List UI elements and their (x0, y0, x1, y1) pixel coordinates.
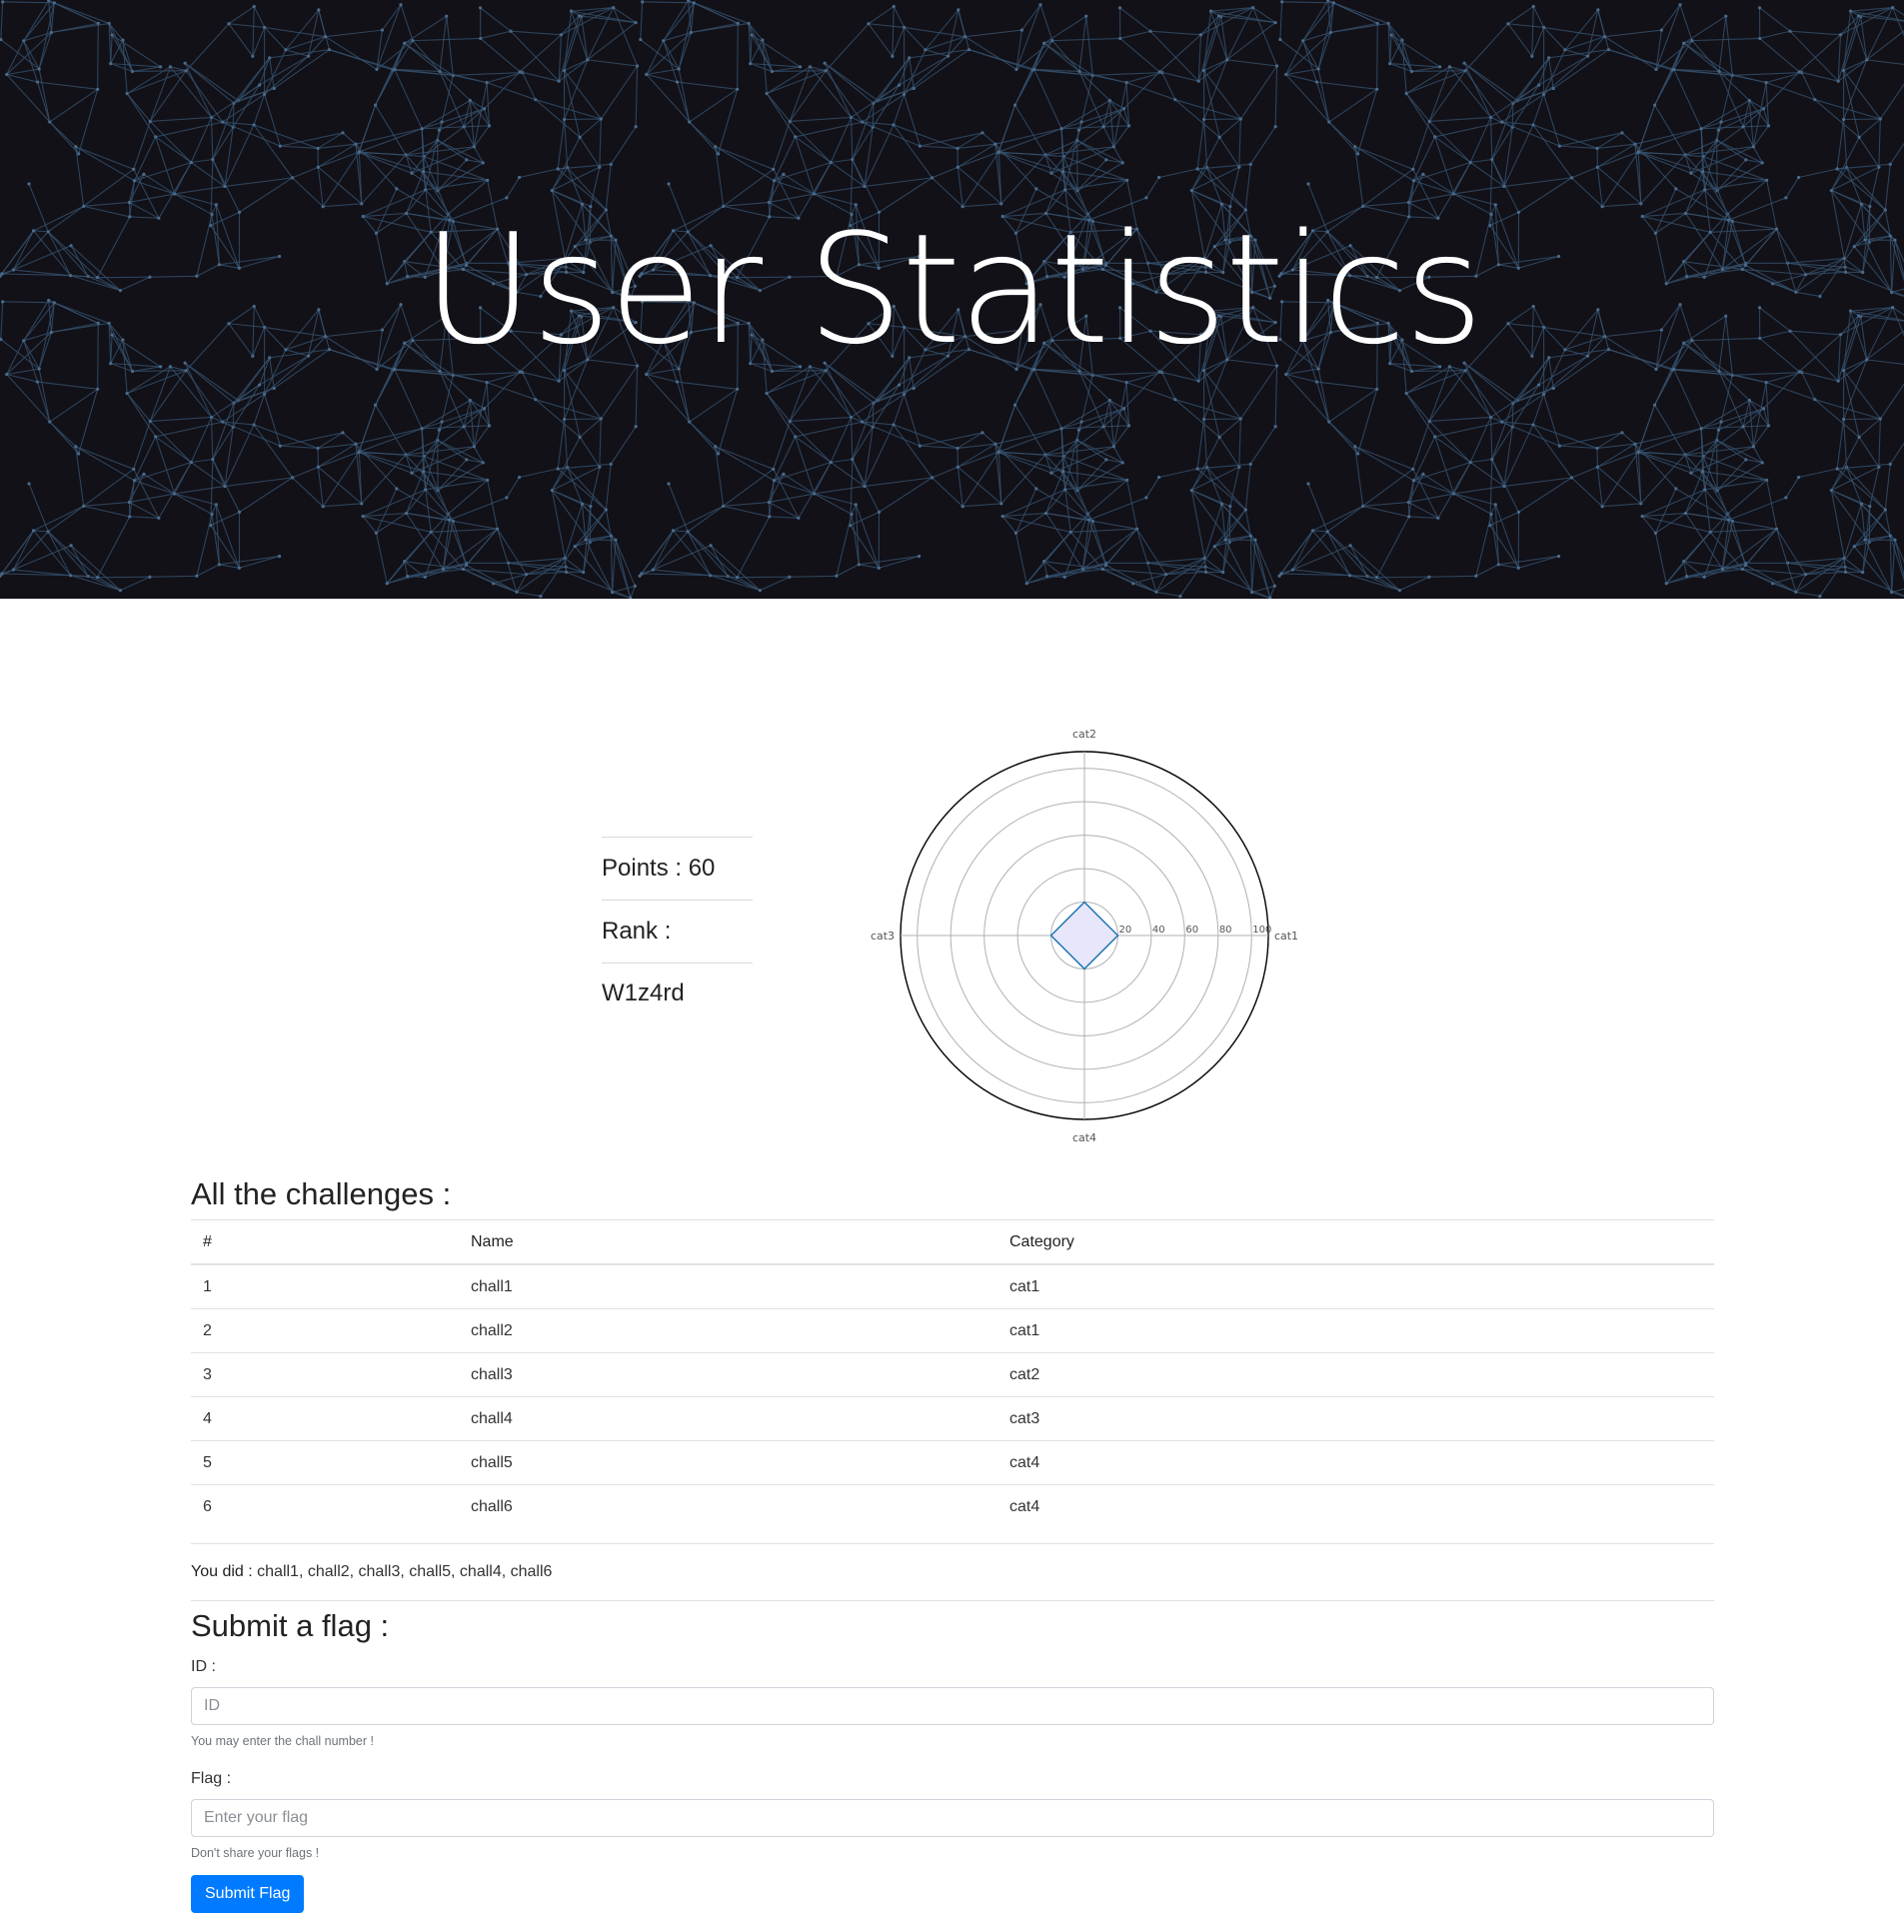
flag-input[interactable] (191, 1799, 1714, 1837)
cell-category: cat2 (997, 1352, 1714, 1397)
id-input[interactable] (191, 1687, 1714, 1725)
submit-flag-heading: Submit a flag : (191, 1608, 390, 1643)
cell-number: 4 (191, 1396, 459, 1441)
cell-name: chall1 (459, 1263, 997, 1309)
cell-name: chall3 (459, 1352, 997, 1397)
submit-flag-button[interactable]: Submit Flag (191, 1875, 305, 1913)
cell-number: 5 (191, 1440, 459, 1485)
id-label: ID : (191, 1658, 216, 1675)
cell-name: chall2 (459, 1308, 997, 1353)
flag-help-text: Don't share your flags ! (191, 1846, 320, 1860)
cell-category: cat4 (997, 1484, 1714, 1528)
radar-axis-label: cat3 (871, 930, 895, 943)
cell-category: cat1 (997, 1308, 1714, 1353)
points-stat: Points : 60 (602, 837, 753, 900)
column-header-number: # (191, 1219, 459, 1265)
table-row: 5 chall5 cat4 (191, 1440, 1714, 1485)
completed-list: chall1, chall2, chall3, chall5, chall4, … (257, 1563, 553, 1580)
cell-number: 2 (191, 1308, 459, 1353)
cell-name: chall4 (459, 1396, 997, 1441)
cell-name: chall5 (459, 1440, 997, 1485)
completed-challenges: You did : chall1, chall2, chall3, chall5… (191, 1543, 1714, 1601)
cell-name: chall6 (459, 1484, 997, 1528)
column-header-name: Name (459, 1219, 997, 1265)
table-row: 2 chall2 cat1 (191, 1308, 1714, 1353)
id-help-text: You may enter the chall number ! (191, 1734, 374, 1748)
radar-axis-label: cat2 (1072, 728, 1096, 741)
rank-stat: Rank : W1z4rd (602, 900, 753, 1006)
main-content: All the challenges : # Name Category 1 c… (191, 1169, 1714, 1913)
page-title: User Statistics (422, 201, 1484, 378)
user-stats: Points : 60 Rank : W1z4rd (602, 837, 753, 1006)
cell-number: 6 (191, 1484, 459, 1528)
hero-banner: User Statistics (0, 0, 1904, 599)
table-row: 4 chall4 cat3 (191, 1396, 1714, 1441)
category-radar-chart: cat1 cat2 cat3 cat4 20 40 60 80 100 (871, 728, 1298, 1144)
radar-tick-label: 60 (1185, 925, 1198, 936)
table-header-row: # Name Category (191, 1219, 1714, 1265)
submit-flag-form: ID : You may enter the chall number ! Fl… (191, 1655, 1714, 1913)
radar-tick-label: 20 (1118, 925, 1131, 936)
cell-category: cat3 (997, 1396, 1714, 1441)
table-row: 6 chall6 cat4 (191, 1484, 1714, 1528)
flag-label: Flag : (191, 1770, 232, 1787)
column-header-category: Category (997, 1219, 1714, 1265)
cell-category: cat1 (997, 1263, 1714, 1309)
completed-label: You did : (191, 1563, 253, 1580)
cell-category: cat4 (997, 1440, 1714, 1485)
cell-number: 3 (191, 1352, 459, 1397)
challenges-table: # Name Category 1 chall1 cat1 2 chall2 c… (191, 1219, 1714, 1528)
cell-number: 1 (191, 1263, 459, 1309)
radar-axis-label: cat4 (1072, 1131, 1096, 1144)
radar-tick-label: 80 (1219, 925, 1232, 936)
table-row: 3 chall3 cat2 (191, 1352, 1714, 1397)
radar-tick-label: 100 (1252, 925, 1271, 936)
radar-axis-label: cat1 (1274, 930, 1298, 943)
challenges-heading: All the challenges : (191, 1176, 452, 1211)
table-row: 1 chall1 cat1 (191, 1263, 1714, 1309)
radar-tick-label: 40 (1152, 925, 1165, 936)
